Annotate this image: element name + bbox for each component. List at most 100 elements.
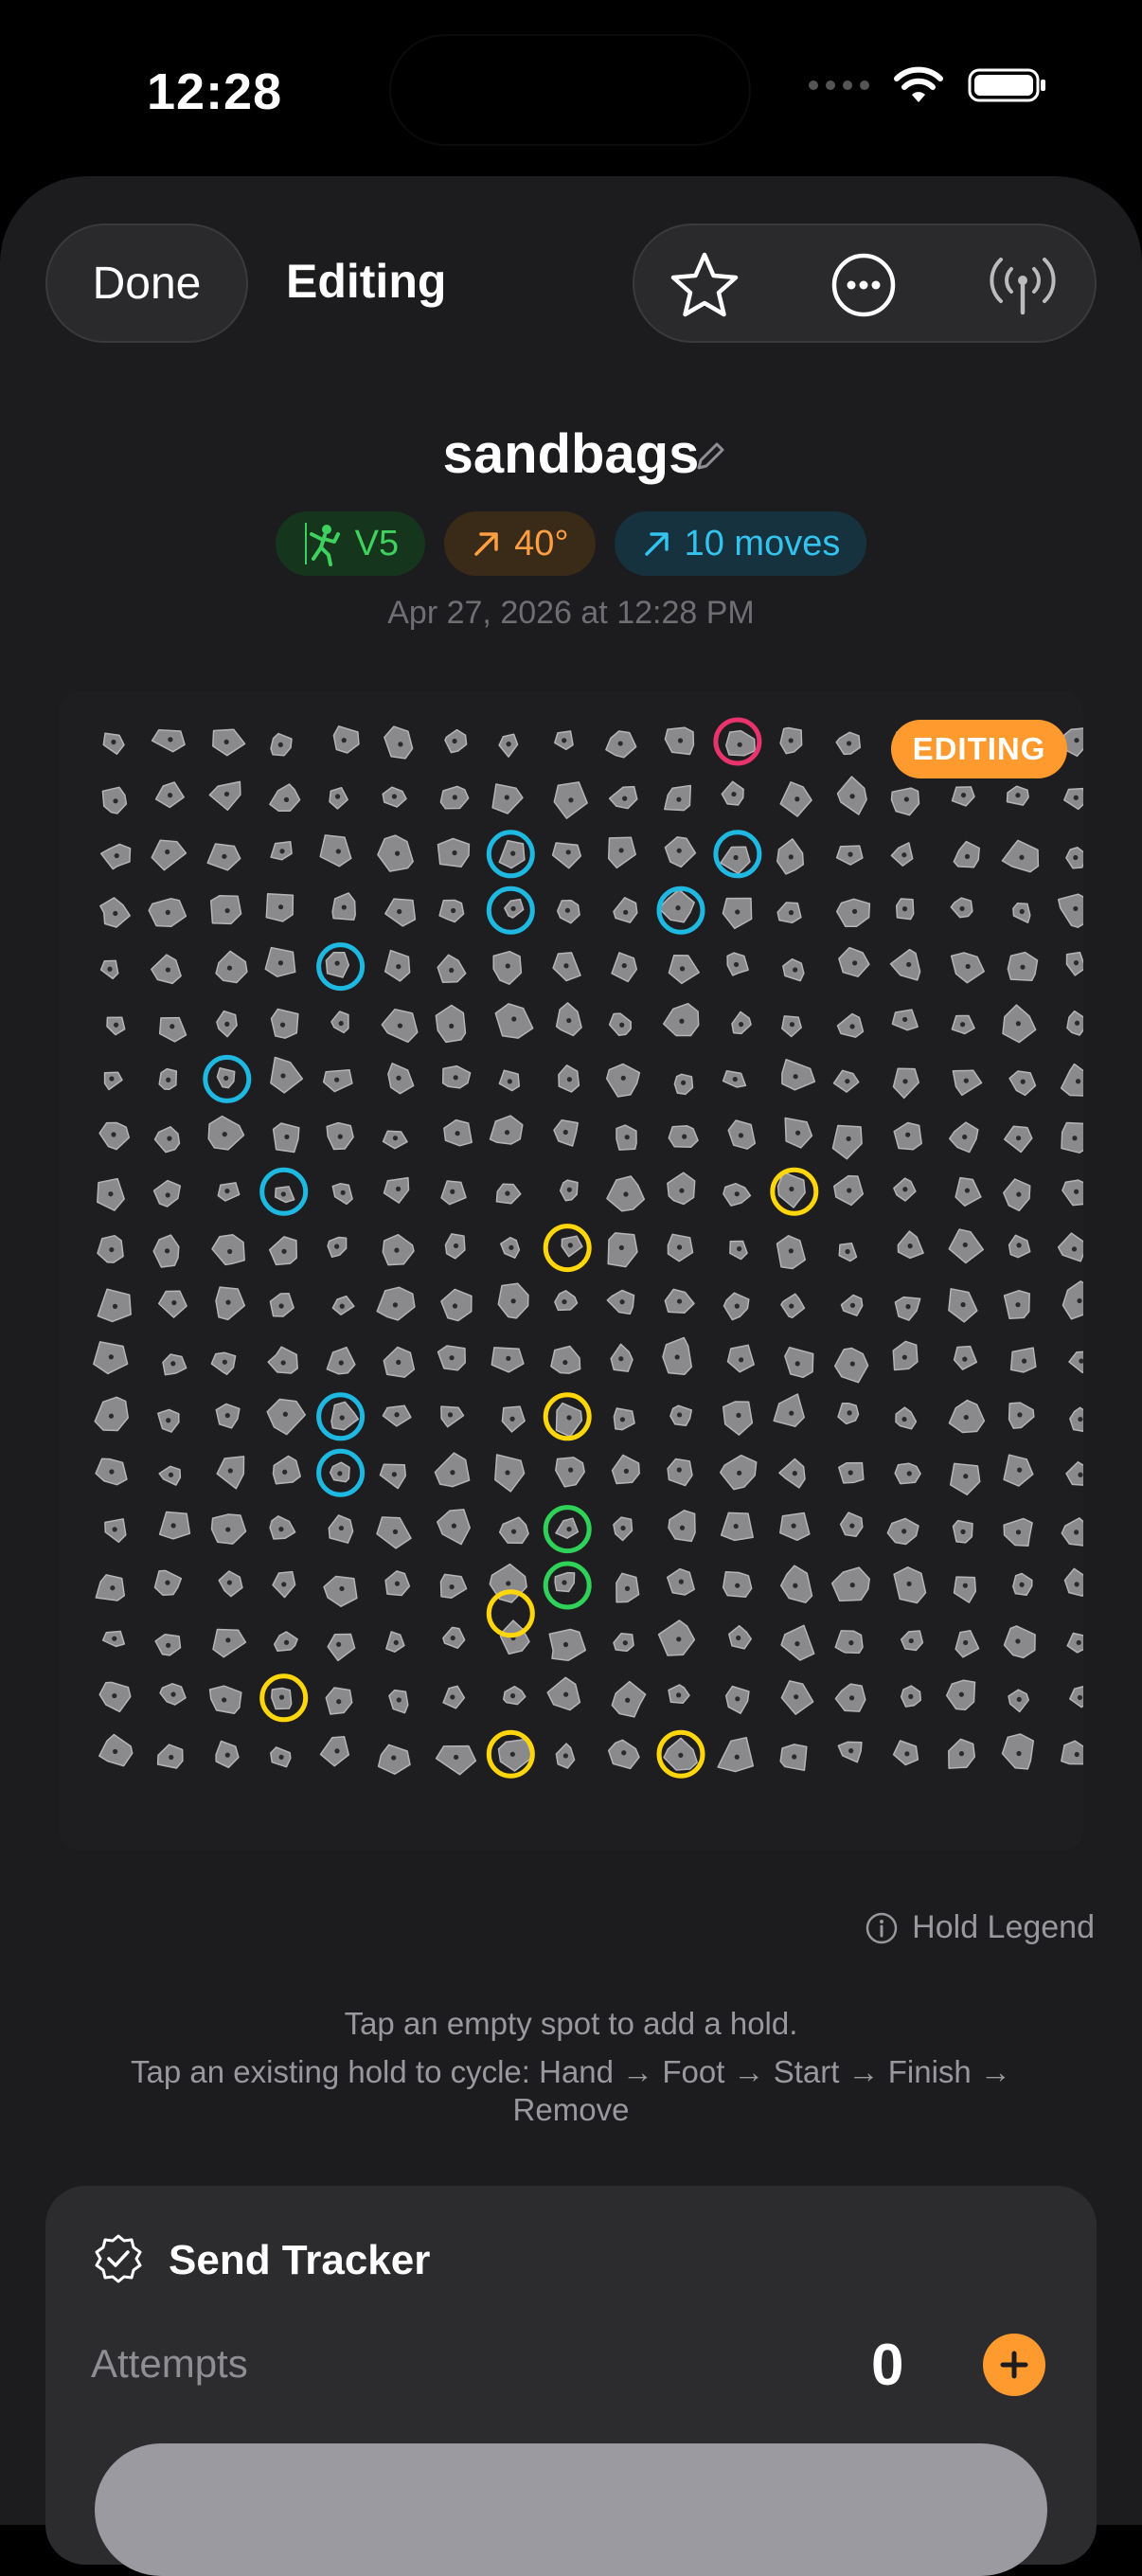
- hold-bolt: [678, 1752, 684, 1758]
- board-hold[interactable]: [722, 1401, 754, 1436]
- hold-bolt: [962, 1242, 968, 1248]
- hold-bolt: [280, 1360, 286, 1366]
- hold-bolt: [226, 965, 233, 971]
- hold-bolt: [337, 1471, 343, 1476]
- editing-badge: EDITING: [891, 720, 1067, 778]
- board-hold[interactable]: [953, 1576, 977, 1603]
- angle-chip[interactable]: 40°: [444, 511, 596, 576]
- add-attempt-button[interactable]: [983, 2334, 1045, 2396]
- hold-bolt: [1021, 1358, 1027, 1364]
- board-hold[interactable]: [435, 1744, 477, 1776]
- hold-bolt: [1075, 1079, 1081, 1084]
- hold-bolt: [846, 741, 852, 746]
- board-hold[interactable]: [667, 1458, 693, 1487]
- board-hold[interactable]: [551, 842, 582, 869]
- board-hold[interactable]: [208, 780, 241, 812]
- hold-bolt: [901, 1354, 907, 1360]
- moves-chip[interactable]: 10 moves: [614, 511, 867, 576]
- hold-bolt: [1077, 1297, 1082, 1304]
- hold-bolt: [621, 962, 627, 969]
- board-hold[interactable]: [607, 1232, 638, 1268]
- hold-bolt: [566, 1017, 572, 1024]
- board-hold[interactable]: [657, 1619, 696, 1656]
- board-hold[interactable]: [440, 1405, 465, 1428]
- hold-bolt: [397, 908, 402, 915]
- hold-bolt: [281, 1248, 287, 1254]
- board-hold[interactable]: [778, 1458, 806, 1489]
- broadcast-button[interactable]: [987, 249, 1059, 321]
- board-hold[interactable]: [717, 1736, 755, 1773]
- board-hold[interactable]: [831, 1124, 863, 1160]
- status-icons: [809, 66, 1047, 104]
- board-hold[interactable]: [1063, 787, 1087, 811]
- board-hold[interactable]: [1057, 893, 1096, 928]
- hold-bolt: [112, 1527, 117, 1532]
- board-hold[interactable]: [270, 1056, 304, 1094]
- hold-bolt: [506, 1581, 511, 1586]
- more-button[interactable]: [828, 249, 900, 321]
- hold-bolt: [225, 1637, 231, 1643]
- hold-bolt: [621, 1750, 627, 1756]
- board-hold[interactable]: [384, 725, 414, 760]
- board-canvas[interactable]: [59, 691, 1099, 1851]
- hold-bolt: [283, 1639, 290, 1645]
- hold-bolt: [623, 1191, 629, 1197]
- hold-bolt: [963, 1414, 969, 1421]
- board-hold[interactable]: [1061, 1517, 1094, 1547]
- board-hold[interactable]: [1063, 1567, 1089, 1597]
- hold-bolt: [451, 1523, 456, 1529]
- board-hold[interactable]: [153, 1126, 181, 1154]
- board-hold[interactable]: [1057, 1232, 1087, 1262]
- board-hold[interactable]: [550, 1345, 581, 1374]
- hold-bolt: [848, 1640, 854, 1646]
- board-hold[interactable]: [103, 1071, 123, 1091]
- board-hold[interactable]: [330, 1401, 360, 1431]
- board-hold[interactable]: [379, 1463, 407, 1490]
- board-hold[interactable]: [272, 1455, 301, 1485]
- board-hold[interactable]: [151, 839, 187, 871]
- board-hold[interactable]: [773, 1393, 805, 1427]
- route-date: Apr 27, 2026 at 12:28 PM: [387, 595, 755, 631]
- hold-bolt: [901, 906, 908, 912]
- grade-chip[interactable]: V5: [275, 511, 426, 576]
- board-hold[interactable]: [489, 1115, 524, 1145]
- board-hold[interactable]: [269, 783, 301, 813]
- hold-bolt: [963, 1474, 969, 1479]
- hold-bolt: [960, 1529, 966, 1534]
- board-hold[interactable]: [158, 1016, 187, 1043]
- hold-bolt: [281, 1582, 287, 1587]
- favorite-button[interactable]: [669, 249, 741, 321]
- hold-bolt: [848, 1695, 855, 1701]
- route-name[interactable]: sandbags: [0, 422, 1142, 486]
- hold-bolt: [278, 1527, 284, 1532]
- board-hold[interactable]: [1062, 1179, 1089, 1207]
- hold-bolt: [166, 1077, 171, 1082]
- board-hold[interactable]: [327, 1633, 356, 1662]
- board-hold[interactable]: [890, 787, 920, 816]
- board-hold[interactable]: [212, 1628, 247, 1658]
- board-hold[interactable]: [1061, 1740, 1090, 1765]
- board-hold[interactable]: [949, 1462, 981, 1495]
- hold-bolt: [451, 907, 456, 914]
- hold-bolt: [453, 1075, 458, 1081]
- hold-bolt: [453, 1243, 459, 1249]
- hold-bolt: [733, 961, 740, 968]
- pencil-icon[interactable]: [691, 438, 729, 475]
- hold-bolt: [392, 1136, 399, 1141]
- board-hold[interactable]: [781, 1058, 816, 1091]
- board-hold[interactable]: [319, 834, 352, 868]
- done-button[interactable]: Done: [45, 224, 248, 343]
- board-hold[interactable]: [319, 1735, 350, 1767]
- board-hold[interactable]: [266, 1398, 307, 1436]
- hold-bolt: [504, 795, 509, 800]
- hold-bolt: [394, 850, 401, 856]
- board-hold[interactable]: [434, 1452, 471, 1488]
- board-hold[interactable]: [889, 948, 921, 981]
- board-hold[interactable]: [212, 728, 246, 757]
- board-hold[interactable]: [323, 1575, 358, 1607]
- board-hold[interactable]: [267, 1346, 298, 1374]
- hold-board[interactable]: [59, 691, 1099, 1851]
- hold-bolt: [165, 967, 171, 973]
- log-send-button[interactable]: [95, 2443, 1047, 2576]
- hold-legend-button[interactable]: Hold Legend: [865, 1909, 1095, 1946]
